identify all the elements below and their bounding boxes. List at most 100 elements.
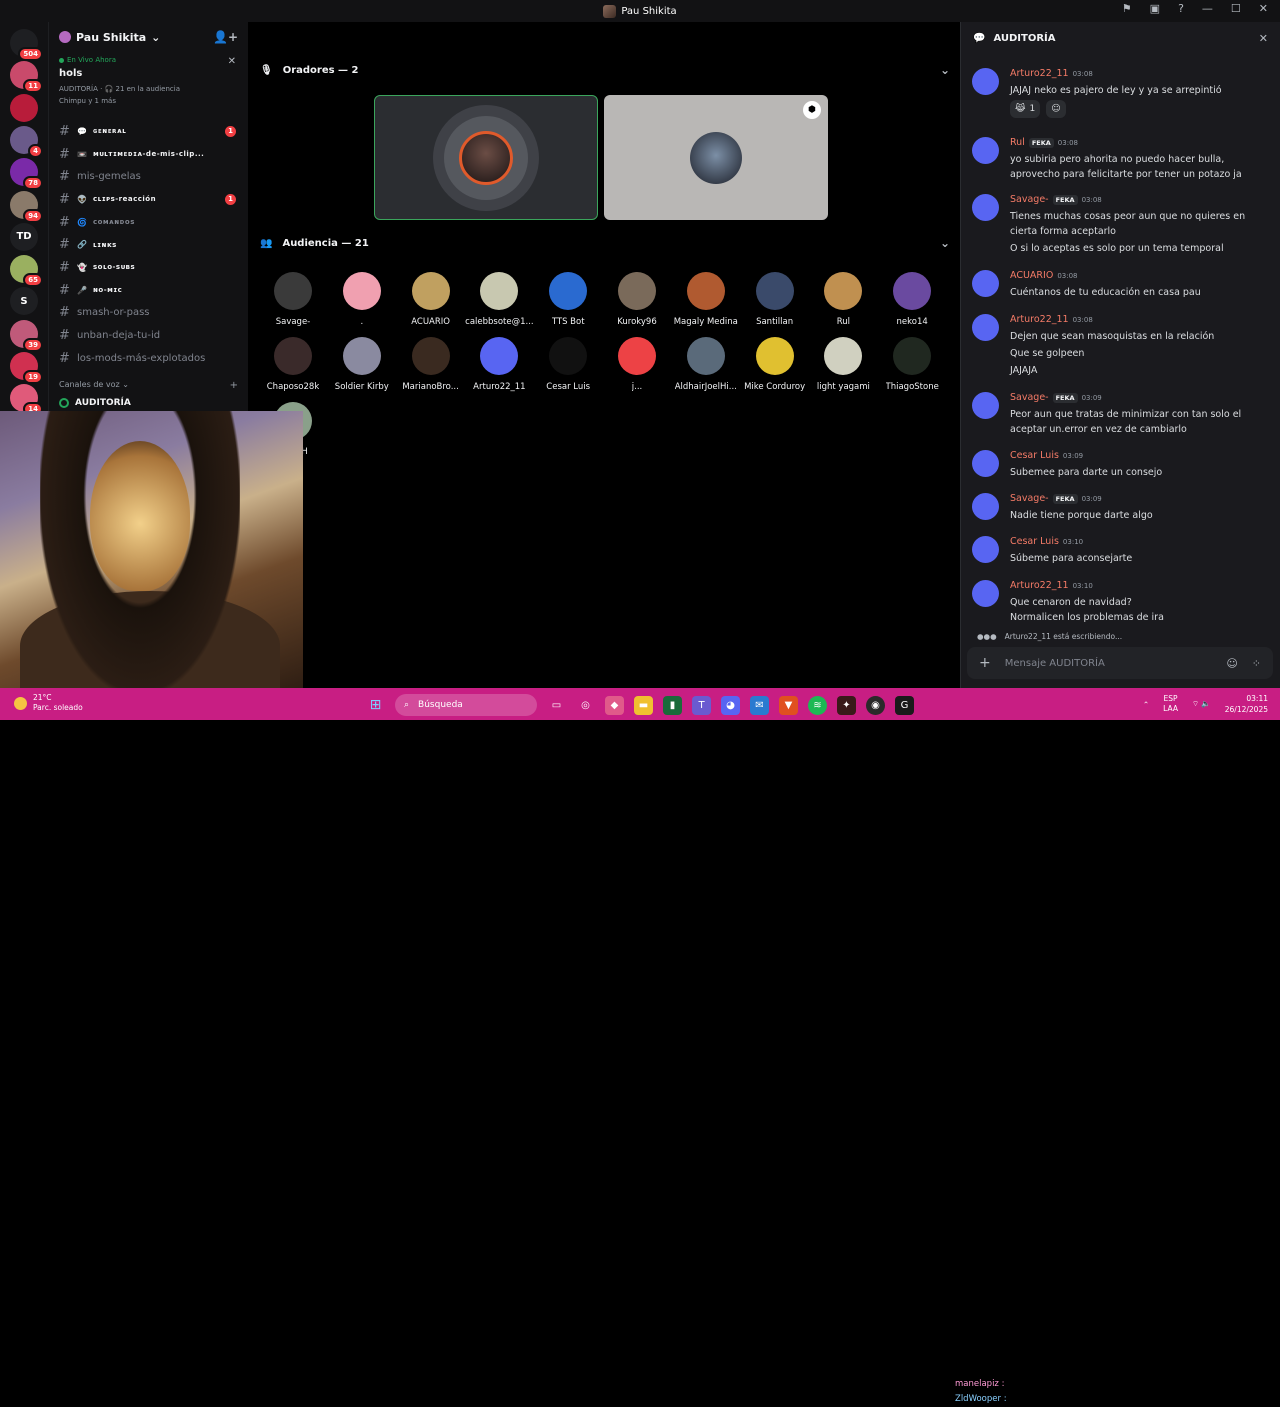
steam-icon[interactable]: ◎ (576, 696, 595, 715)
message-author[interactable]: Arturo22_11 (1010, 314, 1069, 325)
add-reaction-button[interactable]: ☺ (1046, 100, 1066, 118)
close-icon[interactable]: ✕ (1259, 32, 1268, 45)
add-channel-icon[interactable]: + (230, 380, 238, 391)
channel-item[interactable]: # unban-deja-tu-id (49, 324, 248, 347)
channel-item[interactable]: # 🔗 ʟɪɴᴋꜱ (49, 233, 248, 256)
audience-member[interactable]: Santillan (737, 272, 813, 327)
audience-member[interactable]: Savage- (255, 272, 331, 327)
audience-member[interactable]: MarianoBro... (393, 337, 469, 392)
teams-icon[interactable]: T (692, 695, 711, 715)
chevron-up-icon[interactable]: ⌃ (1143, 700, 1149, 709)
emoji-icon[interactable]: ☺ (1226, 657, 1237, 670)
audience-member[interactable]: Chaposo28k (255, 337, 331, 392)
discord-icon[interactable]: ◕ (721, 695, 740, 715)
server-icon-6[interactable]: TD (10, 222, 38, 251)
message-author[interactable]: Cesar Luis (1010, 536, 1059, 547)
message-author[interactable]: Savage- (1010, 493, 1049, 504)
audience-member[interactable]: light yagami (805, 337, 881, 392)
server-icon-4[interactable]: 78 (10, 158, 43, 191)
avatar[interactable] (972, 580, 999, 607)
language-indicator[interactable]: ESP LAA (1163, 694, 1178, 714)
audience-member[interactable]: ACUARIO (393, 272, 469, 327)
spotify-icon[interactable]: ≋ (808, 695, 827, 715)
audience-member[interactable]: Rul (805, 272, 881, 327)
chevron-down-icon[interactable]: ⌄ (940, 63, 950, 77)
obs-icon[interactable]: ◉ (866, 695, 885, 715)
server-icon-7[interactable]: 65 (10, 255, 43, 288)
live-stage-card[interactable]: En Vivo Ahora hols AUDITORÍA · 🎧 21 en l… (49, 52, 248, 120)
server-icon-3[interactable]: 4 (10, 125, 43, 158)
audience-member[interactable]: Mike Corduroy (737, 337, 813, 392)
game-icon[interactable]: ✦ (837, 695, 856, 715)
server-icon-5[interactable]: 94 (10, 190, 43, 223)
server-icon-11[interactable]: 14 (10, 384, 43, 417)
server-icon-9[interactable]: 39 (10, 319, 43, 352)
audience-member[interactable]: Cesar Luis (530, 337, 606, 392)
app-icon[interactable]: ▮ (663, 695, 682, 715)
speaker-tile[interactable]: ⬢ (604, 95, 828, 220)
avatar[interactable] (972, 137, 999, 164)
wifi-icon[interactable]: ⌔ 🔈 (1192, 699, 1211, 709)
avatar[interactable] (972, 493, 999, 520)
avatar[interactable] (972, 194, 999, 221)
mail-icon[interactable]: ✉ (750, 695, 769, 715)
message-author[interactable]: ACUARIO (1010, 270, 1053, 281)
audience-member[interactable]: TTS Bot (530, 272, 606, 327)
channel-item[interactable]: # 👻 ꜱᴏʟᴏ-ꜱᴜʙꜱ (49, 256, 248, 279)
audience-member[interactable]: Soldier Kirby (324, 337, 400, 392)
message-author[interactable]: Savage- (1010, 392, 1049, 403)
message-author[interactable]: Arturo22_11 (1010, 580, 1069, 591)
start-icon[interactable]: ⊞ (366, 696, 385, 715)
audience-member[interactable]: . (324, 272, 400, 327)
clock[interactable]: 03:11 26/12/2025 (1225, 693, 1268, 715)
audience-member[interactable]: neko14 (874, 272, 950, 327)
audience-member[interactable]: j... (599, 337, 675, 392)
message-author[interactable]: Rul (1010, 137, 1025, 148)
copilot-icon[interactable]: ◆ (605, 695, 624, 715)
close-window-button[interactable]: ✕ (1259, 2, 1268, 15)
invite-icon[interactable]: 👤+ (213, 30, 238, 44)
taskbar-search[interactable]: ⌕ Búsqueda (395, 694, 537, 716)
audience-member[interactable]: Magaly Medina (668, 272, 744, 327)
chevron-down-icon[interactable]: ⌄ (940, 236, 950, 250)
voice-category[interactable]: Canales de voz ⌄ + (49, 370, 248, 391)
server-icon-8[interactable]: S (10, 287, 38, 316)
task-view-icon[interactable]: ▭ (547, 696, 566, 715)
speaker-tile[interactable] (374, 95, 598, 220)
server-header[interactable]: Pau Shikita ⌄ 👤+ (49, 22, 248, 52)
weather-widget[interactable]: 21°C Parc. soleado (14, 693, 83, 713)
server-icon-1[interactable]: 11 (10, 61, 43, 94)
avatar[interactable] (972, 450, 999, 477)
help-icon[interactable]: ? (1178, 2, 1184, 15)
server-icon-2[interactable] (10, 93, 38, 122)
logitech-icon[interactable]: G (895, 695, 914, 715)
audience-member[interactable]: Kuroky96 (599, 272, 675, 327)
channel-item[interactable]: # 👽 ᴄʟɪᴘꜱ-reacción 1 (49, 188, 248, 211)
minimize-button[interactable]: — (1202, 2, 1213, 15)
avatar[interactable] (972, 392, 999, 419)
channel-item[interactable]: # 🎤 ɴᴏ-ᴍɪᴄ (49, 279, 248, 302)
message-author[interactable]: Cesar Luis (1010, 450, 1059, 461)
message-input[interactable]: + Mensaje AUDITORÍA ☺ ⁘ (967, 647, 1273, 679)
avatar[interactable] (972, 270, 999, 297)
audience-member[interactable]: Arturo22_11 (461, 337, 537, 392)
channel-item[interactable]: # mis-gemelas (49, 165, 248, 188)
server-icon-10[interactable]: 19 (10, 352, 43, 384)
apps-icon[interactable]: ⁘ (1252, 657, 1261, 670)
brave-icon[interactable]: ▼ (779, 695, 798, 715)
channel-item[interactable]: # 🌀 ᴄᴏᴍᴀɴᴅᴏꜱ (49, 211, 248, 234)
channel-item[interactable]: # smash-or-pass (49, 302, 248, 325)
avatar[interactable] (972, 314, 999, 341)
audience-member[interactable]: ThiagoStone (874, 337, 950, 392)
channel-item[interactable]: # los-mods-más-explotados (49, 347, 248, 370)
message-author[interactable]: Arturo22_11 (1010, 68, 1069, 79)
screen-share-icon[interactable]: ▣ (1150, 2, 1160, 15)
voice-channel-auditoria[interactable]: AUDITORÍA (49, 395, 248, 411)
close-icon[interactable]: ✕ (228, 56, 236, 67)
plus-icon[interactable]: + (979, 655, 991, 671)
avatar[interactable] (972, 68, 999, 95)
message-author[interactable]: Savage- (1010, 194, 1049, 205)
avatar[interactable] (972, 536, 999, 563)
inbox-icon[interactable]: ⚑ (1122, 2, 1132, 15)
speakers-header[interactable]: 🎙 Oradores — 2 ⌄ (260, 63, 950, 77)
